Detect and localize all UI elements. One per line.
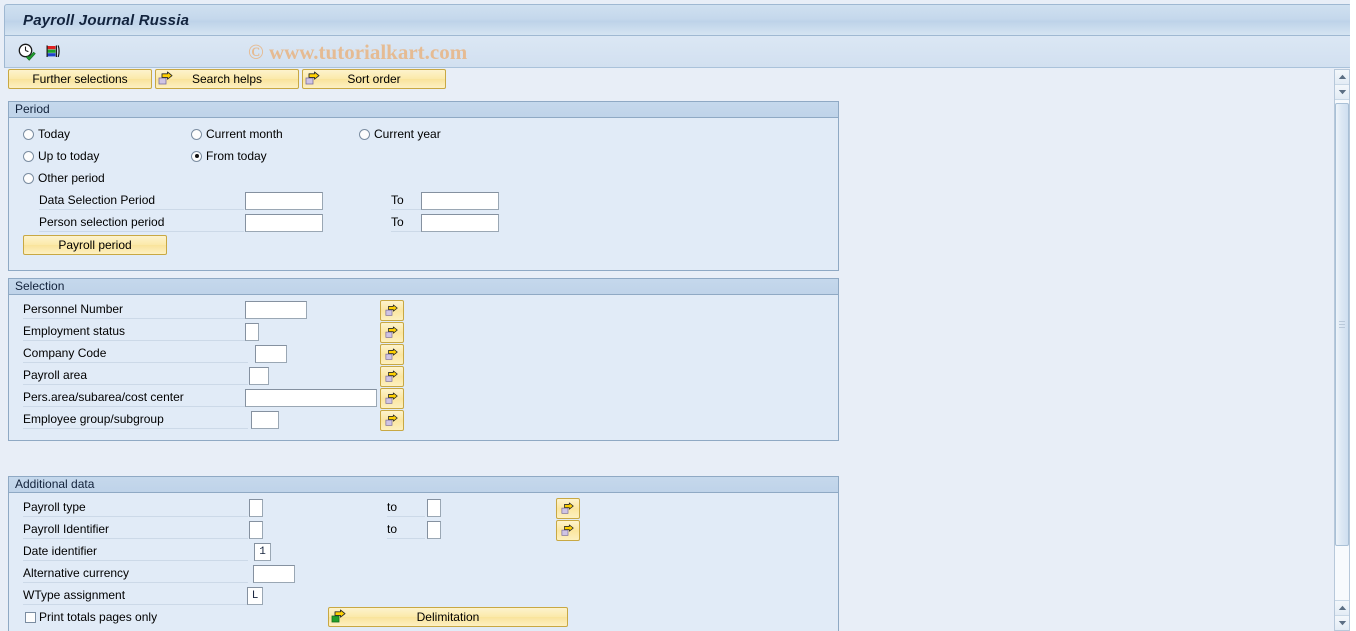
payroll-identifier-label: Payroll Identifier [23,522,248,539]
radio-other-period-label: Other period [38,171,105,185]
outer-right-gutter [1350,0,1356,631]
print-totals-pages-only-checkbox[interactable]: Print totals pages only [25,610,157,624]
radio-today[interactable]: Today [23,127,70,141]
employment-status-label: Employment status [23,324,248,341]
payroll-type-to-input[interactable] [427,499,441,517]
payroll-area-multiselect-button[interactable] [380,366,404,387]
print-totals-pages-only-label: Print totals pages only [39,610,158,624]
page-title: Payroll Journal Russia [23,12,190,29]
payroll-identifier-to-label: to [387,522,425,539]
radio-up-to-today[interactable]: Up to today [23,149,99,163]
sort-order-button[interactable]: Sort order [302,69,446,89]
search-helps-button[interactable]: Search helps [155,69,299,89]
pers-area-subarea-cost-center-multiselect-button[interactable] [380,388,404,409]
radio-today-label: Today [38,127,71,141]
person-selection-period-to-input[interactable] [421,214,499,232]
employee-group-subgroup-multiselect-button[interactable] [380,410,404,431]
company-code-input[interactable] [255,345,287,363]
pers-area-subarea-cost-center-label: Pers.area/subarea/cost center [23,390,248,407]
execute-clock-icon[interactable] [17,42,37,62]
personnel-number-multiselect-button[interactable] [380,300,404,321]
payroll-type-to-label: to [387,500,425,517]
selection-panel-header: Selection [9,279,838,295]
scroll-down-icon-top[interactable] [1335,85,1349,100]
scroll-down-icon-bottom[interactable] [1335,615,1349,630]
further-selections-button[interactable]: Further selections [8,69,152,89]
payroll-area-input[interactable] [249,367,269,385]
vertical-scrollbar[interactable] [1334,69,1350,631]
personnel-number-label: Personnel Number [23,302,248,319]
sap-selection-screen: Payroll Journal Russia © www.tutorialkar… [0,0,1356,631]
search-helps-label: Search helps [191,72,263,86]
radio-from-today-label: From today [206,149,267,163]
personnel-number-input[interactable] [245,301,307,319]
delimitation-label: Delimitation [416,610,480,624]
pers-area-subarea-cost-center-input[interactable] [245,389,377,407]
additional-data-panel-header: Additional data [9,477,838,493]
additional-data-panel: Additional data Payroll type to Payroll … [8,476,839,631]
payroll-identifier-to-input[interactable] [427,521,441,539]
payroll-type-label: Payroll type [23,500,248,517]
radio-up-to-today-indicator [23,150,34,162]
date-identifier-input[interactable] [254,543,271,561]
payroll-type-input[interactable] [249,499,263,517]
scroll-up-icon-top[interactable] [1335,70,1349,85]
payroll-period-button[interactable]: Payroll period [23,235,167,255]
radio-up-to-today-label: Up to today [38,149,100,163]
variant-icon[interactable] [43,42,63,62]
person-selection-period-input[interactable] [245,214,323,232]
data-selection-period-label: Data Selection Period [39,193,244,210]
payroll-identifier-multiselect-button[interactable] [556,520,580,541]
employee-group-subgroup-input[interactable] [251,411,279,429]
payroll-area-label: Payroll area [23,368,248,385]
radio-current-month-indicator [191,128,202,140]
scrollbar-grip-icon [1339,320,1345,329]
delimitation-button[interactable]: Delimitation [328,607,568,627]
radio-other-period[interactable]: Other period [23,171,105,185]
further-selections-label: Further selections [32,72,128,86]
radio-current-month[interactable]: Current month [191,127,283,141]
green-arrow-icon [331,609,347,625]
radio-current-year[interactable]: Current year [359,127,441,141]
radio-current-year-indicator [359,128,370,140]
radio-from-today-indicator [191,150,202,162]
radio-today-indicator [23,128,34,140]
window-title-bar: Payroll Journal Russia [4,4,1352,36]
yellow-arrow-icon [305,71,321,87]
company-code-label: Company Code [23,346,248,363]
sort-order-label: Sort order [347,72,401,86]
alternative-currency-label: Alternative currency [23,566,248,583]
radio-other-period-indicator [23,172,34,184]
payroll-period-label: Payroll period [58,238,132,252]
selection-panel: Selection Personnel Number Employment st… [8,278,839,441]
data-selection-period-to-label: To [391,193,423,210]
person-selection-period-label: Person selection period [39,215,244,232]
company-code-multiselect-button[interactable] [380,344,404,365]
radio-current-month-label: Current month [206,127,283,141]
yellow-arrow-icon [158,71,174,87]
period-panel-header: Period [9,102,838,118]
period-panel: Period Today Current month Current year … [8,101,839,271]
radio-current-year-label: Current year [374,127,441,141]
print-totals-pages-only-box [25,611,36,623]
empty-right-area [839,69,1320,631]
employment-status-multiselect-button[interactable] [380,322,404,343]
person-selection-period-to-label: To [391,215,423,232]
date-identifier-label: Date identifier [23,544,248,561]
payroll-identifier-input[interactable] [249,521,263,539]
alternative-currency-input[interactable] [253,565,295,583]
wtype-assignment-input[interactable] [247,587,263,605]
data-selection-period-to-input[interactable] [421,192,499,210]
wtype-assignment-label: WType assignment [23,588,248,605]
employment-status-input[interactable] [245,323,259,341]
application-toolbar [4,36,1352,68]
radio-from-today[interactable]: From today [191,149,267,163]
employee-group-subgroup-label: Employee group/subgroup [23,412,248,429]
scroll-up-icon-bottom[interactable] [1335,600,1349,615]
payroll-type-multiselect-button[interactable] [556,498,580,519]
data-selection-period-input[interactable] [245,192,323,210]
scrollbar-thumb[interactable] [1335,103,1349,546]
